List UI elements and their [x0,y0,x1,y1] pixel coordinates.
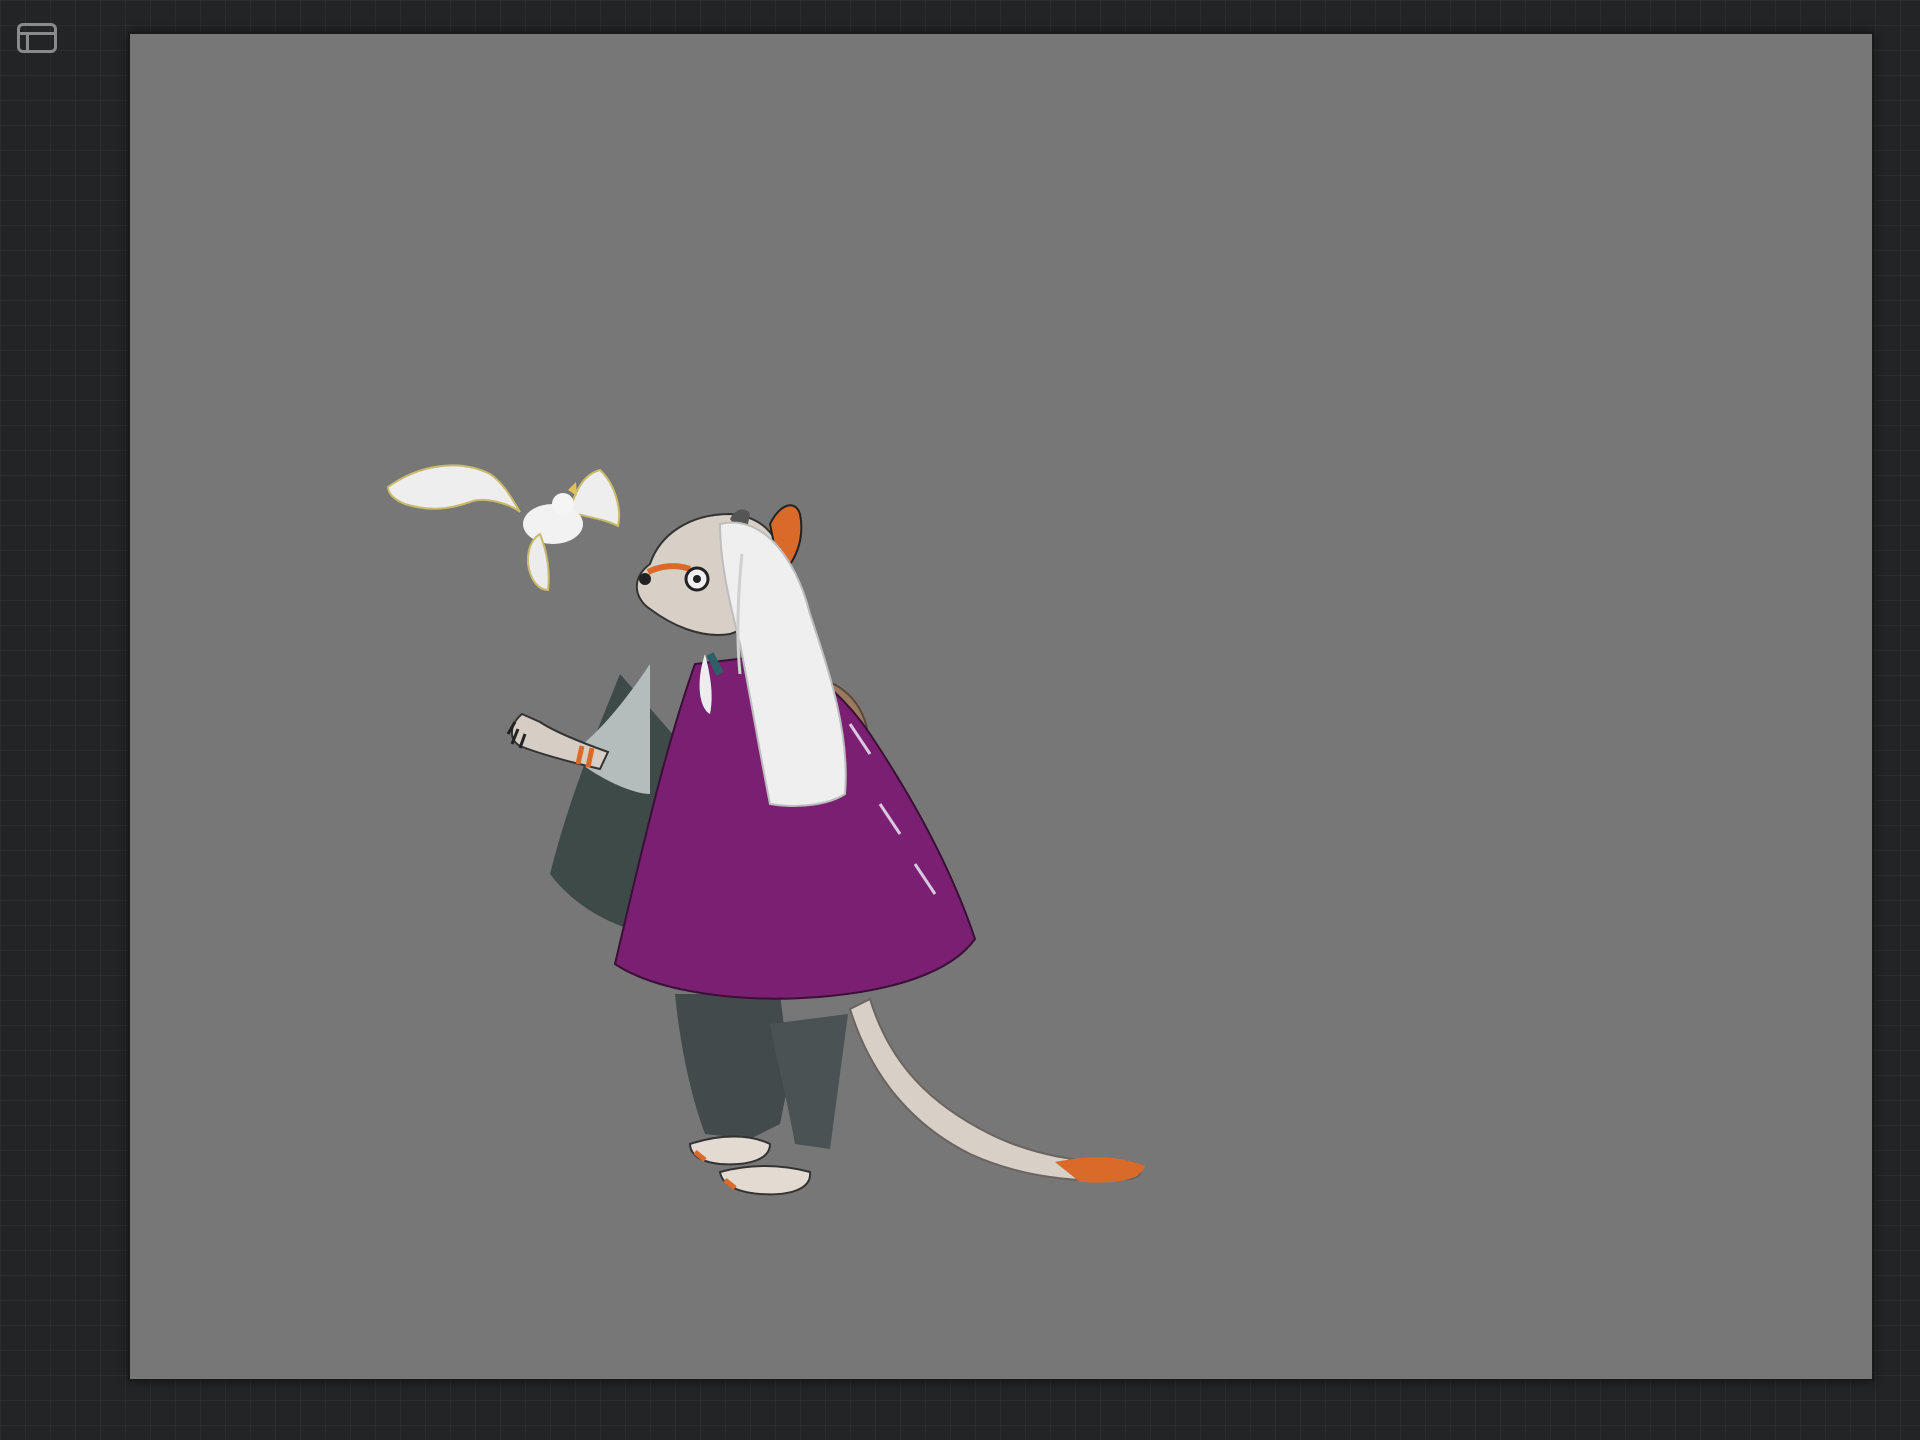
sidebar-toggle-icon[interactable] [17,23,57,53]
feet [688,1135,812,1196]
drawing-canvas[interactable] [128,32,1874,1381]
artwork [386,464,1145,1196]
trousers [675,994,848,1149]
tail [848,997,1145,1183]
cockatoo-bird [386,464,620,592]
